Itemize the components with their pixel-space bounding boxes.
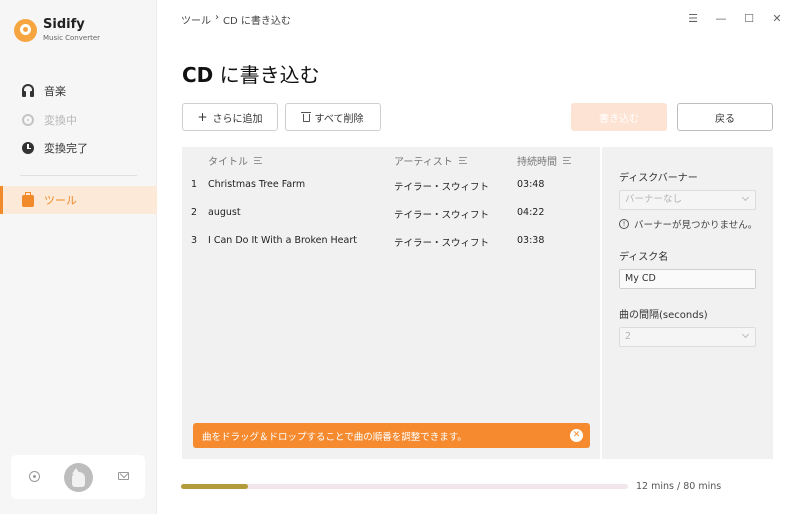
burn-button[interactable]: 書き込む — [571, 103, 667, 131]
track-number: 2 — [191, 207, 198, 218]
table-row[interactable]: 3 I Can Do It With a Broken Heart テイラー・ス… — [182, 227, 600, 255]
disc-name-label: ディスク名 — [619, 252, 669, 263]
track-artist: テイラー・スウィフト — [394, 182, 490, 193]
sidebar-item-music[interactable]: 音楽 — [0, 77, 157, 105]
window-controls: ☰ — ☐ ✕ — [686, 12, 784, 25]
table-row[interactable]: 1 Christmas Tree Farm テイラー・スウィフト 03:48 — [182, 171, 600, 199]
menu-icon[interactable]: ☰ — [686, 12, 700, 25]
delete-all-label: すべて削除 — [314, 113, 364, 125]
track-duration: 03:48 — [517, 179, 545, 190]
mail-icon[interactable] — [118, 472, 129, 480]
logo-icon — [14, 18, 37, 42]
breadcrumb-separator: › — [215, 12, 219, 23]
filter-icon[interactable] — [254, 157, 262, 164]
add-more-button[interactable]: + さらに追加 — [182, 103, 278, 131]
toolbox-icon — [22, 192, 34, 207]
column-header-title[interactable]: タイトル — [208, 153, 262, 168]
back-label: 戻る — [715, 113, 735, 125]
track-table: タイトル アーティスト 持続時間 1 Christmas Tree Farm テ… — [182, 147, 600, 459]
chevron-down-icon — [741, 330, 750, 339]
delete-all-button[interactable]: すべて削除 — [285, 103, 381, 131]
sidebar-item-converting[interactable]: 変換中 — [0, 106, 157, 134]
capacity-progress-bar — [181, 484, 628, 489]
minimize-icon[interactable]: — — [714, 12, 728, 25]
breadcrumb: ツール › CD に書き込む — [181, 12, 291, 27]
app-logo: Sidify Music Converter — [14, 18, 100, 42]
capacity-progress-fill — [181, 484, 249, 489]
chevron-down-icon — [741, 193, 750, 202]
disc-burner-select[interactable]: バーナーなし — [619, 190, 756, 210]
add-more-label: さらに追加 — [212, 113, 263, 125]
track-artist: テイラー・スウィフト — [394, 210, 490, 221]
page-title: CD に書き込む — [182, 63, 320, 87]
table-row[interactable]: 2 august テイラー・スウィフト 04:22 — [182, 199, 600, 227]
filter-icon[interactable] — [458, 157, 467, 164]
track-title: Christmas Tree Farm — [208, 179, 306, 190]
clock-icon — [22, 142, 34, 154]
track-number: 3 — [191, 235, 198, 246]
maximize-icon[interactable]: ☐ — [742, 12, 756, 25]
breadcrumb-parent[interactable]: ツール — [181, 12, 211, 27]
filter-icon[interactable] — [563, 157, 571, 164]
interval-label: 曲の間隔(seconds) — [619, 310, 708, 321]
headphones-icon — [22, 84, 34, 97]
track-number: 1 — [191, 179, 198, 190]
track-duration: 03:38 — [517, 235, 545, 246]
sidebar-item-label: 変換完了 — [44, 142, 88, 155]
burner-warning-text: バーナーが見つかりません。 — [634, 220, 758, 231]
sidebar-item-label: ツール — [44, 194, 77, 207]
sidebar-item-converted[interactable]: 変換完了 — [0, 134, 157, 162]
disc-settings-panel: ディスクバーナー バーナーなし ! バーナーが見つかりません。 ディスク名 My… — [602, 147, 773, 459]
breadcrumb-current: CD に書き込む — [223, 16, 291, 27]
column-header-duration[interactable]: 持続時間 — [517, 153, 571, 168]
disc-name-field[interactable]: My CD — [619, 269, 756, 289]
column-header-artist[interactable]: アーティスト — [394, 153, 467, 168]
track-artist: テイラー・スウィフト — [394, 238, 490, 249]
track-duration: 04:22 — [517, 207, 545, 218]
app-subtitle: Music Converter — [43, 34, 101, 42]
sidebar: Sidify Music Converter 音楽 変換中 変換完了 ツール — [0, 0, 157, 514]
close-icon[interactable]: ✕ — [570, 429, 583, 442]
back-button[interactable]: 戻る — [677, 103, 773, 131]
sidebar-item-label: 変換中 — [44, 114, 77, 127]
avatar[interactable] — [64, 463, 93, 492]
user-panel — [11, 455, 145, 499]
burner-warning: ! バーナーが見つかりません。 — [619, 217, 757, 231]
burn-label: 書き込む — [599, 113, 639, 125]
interval-select[interactable]: 2 — [619, 327, 756, 347]
trash-icon — [301, 112, 312, 122]
warning-icon: ! — [619, 219, 629, 229]
disc-burner-label: ディスクバーナー — [619, 173, 698, 184]
track-title: august — [208, 207, 241, 218]
drag-hint-banner: 曲をドラッグ＆ドロップすることで曲の順番を調整できます。 ✕ — [193, 423, 590, 448]
sidebar-item-tools[interactable]: ツール — [0, 186, 157, 214]
track-title: I Can Do It With a Broken Heart — [208, 235, 357, 246]
sidebar-item-label: 音楽 — [44, 85, 66, 98]
converting-icon — [22, 114, 34, 126]
capacity-label: 12 mins / 80 mins — [636, 481, 722, 492]
app-name: Sidify — [43, 17, 85, 32]
sidebar-divider — [20, 175, 137, 176]
hint-text: 曲をドラッグ＆ドロップすることで曲の順番を調整できます。 — [202, 431, 467, 443]
plus-icon: + — [197, 110, 208, 124]
close-icon[interactable]: ✕ — [770, 12, 784, 25]
settings-icon[interactable] — [29, 471, 40, 482]
